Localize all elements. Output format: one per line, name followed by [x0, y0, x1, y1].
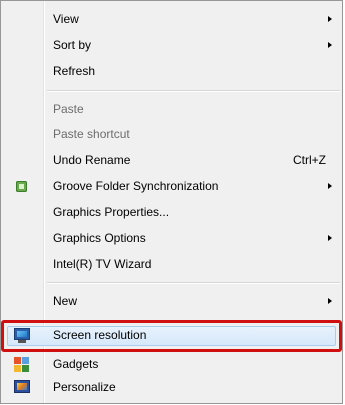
menu-item-label: View — [53, 12, 79, 26]
submenu-arrow-icon — [328, 16, 332, 22]
shortcut-text: Ctrl+Z — [293, 153, 326, 167]
menu-item-label: Groove Folder Synchronization — [53, 179, 219, 193]
menu-separator — [47, 90, 340, 91]
monitor-stand-icon — [18, 340, 26, 343]
menu-item-label: Undo Rename — [53, 153, 131, 167]
menu-item-label: Paste — [53, 102, 84, 116]
menu-item-personalize[interactable]: Personalize — [1, 376, 342, 399]
personalize-icon — [14, 380, 30, 393]
submenu-arrow-icon — [328, 298, 332, 304]
menu-item-gadgets[interactable]: Gadgets — [1, 353, 342, 376]
screen-resolution-icon — [14, 328, 30, 340]
menu-item-label: Graphics Properties... — [53, 205, 170, 219]
menu-item-groove-folder-sync[interactable]: Groove Folder Synchronization — [1, 175, 342, 198]
menu-item-new[interactable]: New — [1, 290, 342, 313]
desktop-context-menu: View Sort by Refresh Paste Paste shortcu… — [0, 0, 343, 404]
submenu-arrow-icon — [328, 42, 332, 48]
menu-item-label: Graphics Options — [53, 231, 146, 245]
menu-item-label: New — [53, 294, 78, 308]
menu-separator — [47, 282, 340, 283]
menu-item-paste: Paste — [1, 98, 342, 121]
menu-item-undo-rename[interactable]: Undo Rename Ctrl+Z — [1, 149, 342, 172]
menu-item-label: Refresh — [53, 64, 96, 78]
menu-item-view[interactable]: View — [1, 8, 342, 31]
submenu-arrow-icon — [328, 235, 332, 241]
menu-item-graphics-properties[interactable]: Graphics Properties... — [1, 201, 342, 224]
menu-item-label: Paste shortcut — [53, 127, 130, 141]
menu-item-label: Gadgets — [53, 357, 99, 371]
menu-item-graphics-options[interactable]: Graphics Options — [1, 227, 342, 250]
gadgets-icon — [14, 357, 30, 372]
menu-item-tv-wizard[interactable]: Intel(R) TV Wizard — [1, 253, 342, 276]
menu-item-paste-shortcut: Paste shortcut — [1, 123, 342, 146]
menu-item-refresh[interactable]: Refresh — [1, 60, 342, 83]
menu-item-screen-resolution[interactable]: Screen resolution — [1, 324, 342, 347]
menu-item-label: Screen resolution — [53, 328, 147, 342]
menu-item-label: Intel(R) TV Wizard — [53, 257, 152, 271]
menu-item-label: Sort by — [53, 38, 92, 52]
submenu-arrow-icon — [328, 183, 332, 189]
menu-item-sort-by[interactable]: Sort by — [1, 34, 342, 57]
groove-folder-icon — [16, 181, 27, 192]
menu-item-label: Personalize — [53, 380, 116, 394]
